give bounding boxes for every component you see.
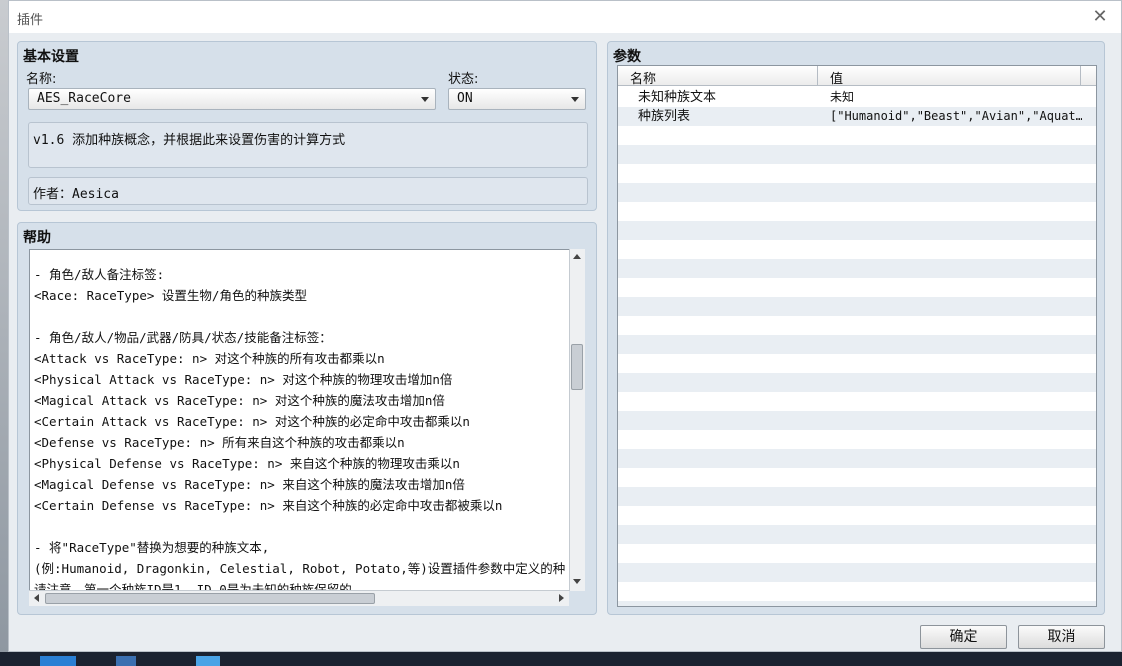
help-vertical-scrollbar[interactable] [569, 249, 585, 591]
empty-table-row[interactable] [618, 506, 1096, 525]
chevron-down-icon [421, 97, 429, 102]
taskbar [0, 652, 1122, 666]
param-value: 未知 [830, 90, 855, 104]
table-row[interactable]: 未知种族文本 未知 [618, 88, 1096, 107]
column-divider[interactable] [817, 66, 818, 86]
empty-table-row[interactable] [618, 582, 1096, 601]
status-label: 状态: [448, 72, 479, 87]
column-divider[interactable] [1080, 66, 1081, 86]
empty-table-row[interactable] [618, 297, 1096, 316]
empty-table-row[interactable] [618, 411, 1096, 430]
help-text-area[interactable]: - 角色/敌人备注标签: <Race: RaceType> 设置生物/角色的种族… [29, 249, 585, 591]
parameters-table: 名称 值 未知种族文本 未知 种族列表 ["Humanoid","Beast",… [617, 65, 1097, 607]
taskbar-app-icon[interactable] [196, 656, 220, 666]
taskbar-app-icon[interactable] [116, 656, 136, 666]
horizontal-scroll-thumb[interactable] [45, 593, 375, 604]
help-title: 帮助 [23, 230, 51, 246]
table-row[interactable]: 种族列表 ["Humanoid","Beast","Avian","Aquat… [618, 107, 1096, 126]
parameters-title: 参数 [613, 49, 641, 65]
taskbar-app-icon[interactable] [40, 656, 76, 666]
basic-settings-title: 基本设置 [23, 49, 79, 65]
empty-table-row[interactable] [618, 316, 1096, 335]
name-label: 名称: [26, 72, 57, 87]
param-name: 未知种族文本 [638, 90, 717, 105]
vertical-scroll-thumb[interactable] [571, 344, 583, 390]
empty-table-row[interactable] [618, 202, 1096, 221]
empty-table-row[interactable] [618, 145, 1096, 164]
status-value: ON [457, 91, 473, 106]
empty-table-row[interactable] [618, 601, 1096, 606]
ok-button[interactable]: 确定 [920, 625, 1007, 649]
chevron-down-icon [571, 97, 579, 102]
table-header: 名称 值 [618, 66, 1096, 87]
plugin-name-value: AES_RaceCore [37, 91, 131, 106]
empty-table-row[interactable] [618, 221, 1096, 240]
empty-table-row[interactable] [618, 449, 1096, 468]
title-bar: 插件 ✕ [9, 1, 1121, 33]
plugin-dialog: 插件 ✕ 基本设置 名称: AES_RaceCore 状态: ON v1.6 添… [8, 0, 1122, 652]
scroll-up-icon[interactable] [573, 254, 581, 259]
desktop-background [0, 0, 8, 666]
basic-settings-panel: 基本设置 名称: AES_RaceCore 状态: ON v1.6 添加种族概念… [17, 41, 597, 211]
help-horizontal-scrollbar[interactable] [29, 590, 569, 606]
param-value: ["Humanoid","Beast","Avian","Aquat… [830, 109, 1082, 123]
empty-table-row[interactable] [618, 126, 1096, 145]
empty-table-row[interactable] [618, 183, 1096, 202]
empty-table-row[interactable] [618, 164, 1096, 183]
empty-table-row[interactable] [618, 392, 1096, 411]
description-field[interactable]: v1.6 添加种族概念，并根据此来设置伤害的计算方式 [28, 122, 588, 168]
author-field[interactable]: 作者：Aesica [28, 177, 588, 205]
empty-table-row[interactable] [618, 373, 1096, 392]
column-header-value[interactable]: 值 [830, 68, 843, 87]
empty-table-row[interactable] [618, 278, 1096, 297]
empty-table-row[interactable] [618, 487, 1096, 506]
empty-table-row[interactable] [618, 525, 1096, 544]
scroll-down-icon[interactable] [573, 579, 581, 584]
empty-table-row[interactable] [618, 468, 1096, 487]
plugin-name-select[interactable]: AES_RaceCore [28, 88, 436, 110]
status-select[interactable]: ON [448, 88, 586, 110]
empty-table-row[interactable] [618, 430, 1096, 449]
empty-table-row[interactable] [618, 240, 1096, 259]
empty-table-row[interactable] [618, 544, 1096, 563]
param-name: 种族列表 [638, 109, 691, 124]
empty-table-row[interactable] [618, 259, 1096, 278]
close-icon[interactable]: ✕ [1089, 6, 1111, 28]
window-title: 插件 [17, 13, 44, 28]
empty-table-row[interactable] [618, 563, 1096, 582]
empty-table-row[interactable] [618, 335, 1096, 354]
help-text: - 角色/敌人备注标签: <Race: RaceType> 设置生物/角色的种族… [34, 267, 566, 591]
empty-table-row[interactable] [618, 354, 1096, 373]
scroll-left-icon[interactable] [34, 594, 39, 602]
cancel-button[interactable]: 取消 [1018, 625, 1105, 649]
column-header-name[interactable]: 名称 [630, 68, 656, 87]
scroll-right-icon[interactable] [559, 594, 564, 602]
